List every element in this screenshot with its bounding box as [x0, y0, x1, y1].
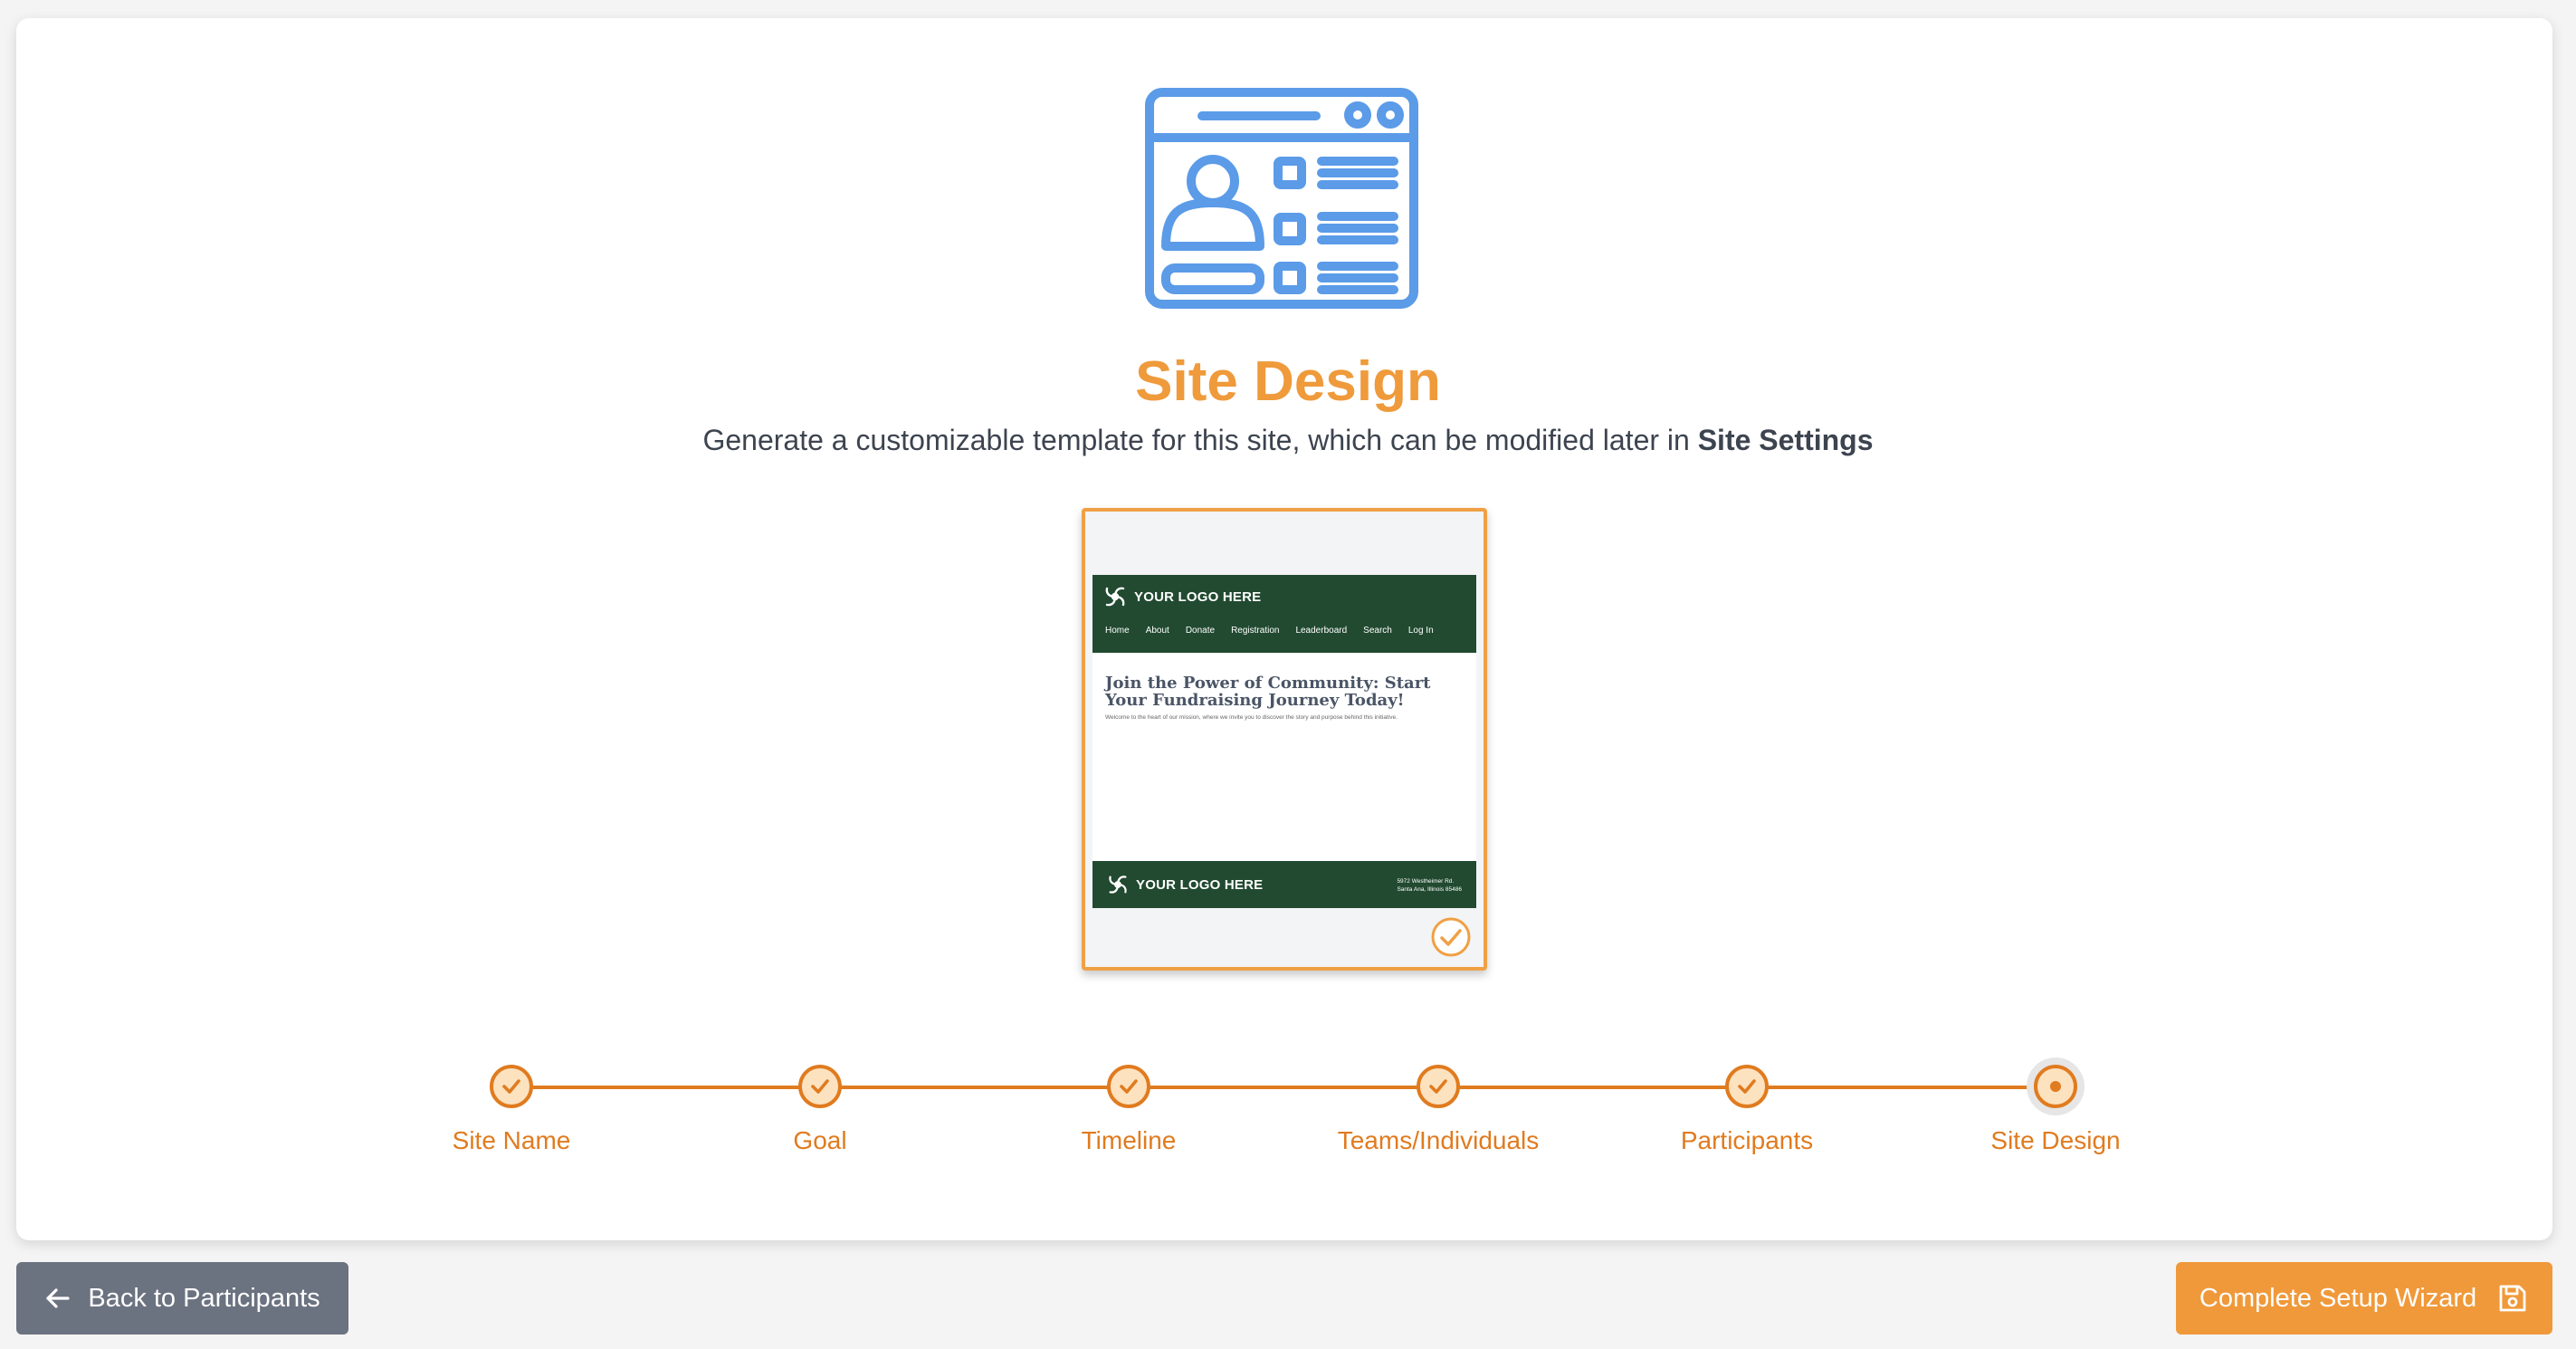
step-timeline[interactable]: Timeline — [975, 1059, 1283, 1155]
page-title: Site Design — [1135, 350, 1441, 413]
check-icon — [1429, 1079, 1447, 1094]
step-site-name[interactable]: Site Name — [358, 1059, 665, 1155]
check-icon — [1120, 1079, 1138, 1094]
back-to-participants-button[interactable]: Back to Participants — [16, 1262, 348, 1335]
template-logo-text: YOUR LOGO HERE — [1134, 588, 1262, 605]
site-settings-emphasis: Site Settings — [1697, 424, 1874, 456]
template-footer-logo-text: YOUR LOGO HERE — [1136, 876, 1264, 893]
subtitle-text: Generate a customizable template for thi… — [702, 424, 1690, 456]
address-line-2: Santa Ana, Illinois 85486 — [1397, 886, 1462, 893]
step-teams-individuals[interactable]: Teams/Individuals — [1284, 1059, 1592, 1155]
check-icon — [502, 1079, 520, 1094]
step-complete-indicator — [798, 1065, 842, 1108]
logo-swirl-icon — [1105, 587, 1125, 607]
template-welcome-text: Welcome to the heart of our mission, whe… — [1105, 714, 1398, 721]
step-label: Participants — [1680, 1126, 1814, 1154]
step-goal[interactable]: Goal — [666, 1059, 974, 1155]
template-nav-item: Home — [1105, 626, 1130, 636]
check-icon — [1738, 1079, 1756, 1094]
complete-setup-wizard-button[interactable]: Complete Setup Wizard — [2176, 1262, 2552, 1335]
webpage-profile-icon — [1145, 88, 1418, 309]
step-complete-indicator — [1107, 1065, 1150, 1108]
step-site-design[interactable]: Site Design — [1902, 1059, 2209, 1155]
template-nav: Home About Donate Registration Leaderboa… — [1105, 626, 1434, 636]
step-label: Goal — [793, 1126, 847, 1154]
template-nav-item: Leaderboard — [1295, 626, 1348, 636]
step-complete-indicator — [490, 1065, 533, 1108]
step-label: Timeline — [1081, 1126, 1177, 1154]
step-label: Site Name — [452, 1126, 571, 1154]
selected-check-icon — [1431, 917, 1471, 957]
template-logo: YOUR LOGO HERE — [1102, 582, 1261, 611]
template-nav-item: Search — [1363, 626, 1392, 636]
complete-button-label: Complete Setup Wizard — [2199, 1283, 2477, 1313]
template-body: Join the Power of Community: Start Your … — [1092, 653, 1476, 861]
step-complete-indicator — [1417, 1065, 1460, 1108]
template-nav-item: Donate — [1185, 626, 1216, 636]
page-subtitle: Generate a customizable template for thi… — [0, 424, 2576, 457]
template-footer-logo: YOUR LOGO HERE — [1105, 870, 1263, 899]
check-icon — [811, 1079, 829, 1094]
dot-icon — [2050, 1081, 2061, 1092]
template-nav-item: Log In — [1407, 626, 1434, 636]
step-label: Site Design — [1990, 1126, 2121, 1154]
step-complete-indicator — [1725, 1065, 1769, 1108]
back-button-label: Back to Participants — [88, 1283, 320, 1313]
logo-swirl-icon — [1109, 875, 1127, 894]
save-icon — [2499, 1285, 2526, 1312]
wizard-stepper: Site Name Goal Timeline Teams/Individual… — [0, 1059, 2576, 1168]
template-headline: Join the Power of Community: Start Your … — [1105, 674, 1431, 710]
template-nav-item: About — [1145, 626, 1169, 636]
template-header: YOUR LOGO HERE Home About Donate Registr… — [1092, 575, 1476, 653]
arrow-left-icon — [46, 1288, 70, 1308]
template-option-card[interactable]: YOUR LOGO HERE Home About Donate Registr… — [1082, 508, 1487, 971]
template-footer: YOUR LOGO HERE 5972 Westheimer Rd. Santa… — [1092, 861, 1476, 908]
address-line-1: 5972 Westheimer Rd. — [1397, 878, 1455, 885]
template-nav-item: Registration — [1231, 626, 1280, 636]
template-address: 5972 Westheimer Rd. Santa Ana, Illinois … — [1397, 877, 1462, 894]
step-participants[interactable]: Participants — [1593, 1059, 1901, 1155]
step-label: Teams/Individuals — [1337, 1126, 1540, 1154]
step-current-indicator — [2034, 1065, 2077, 1108]
